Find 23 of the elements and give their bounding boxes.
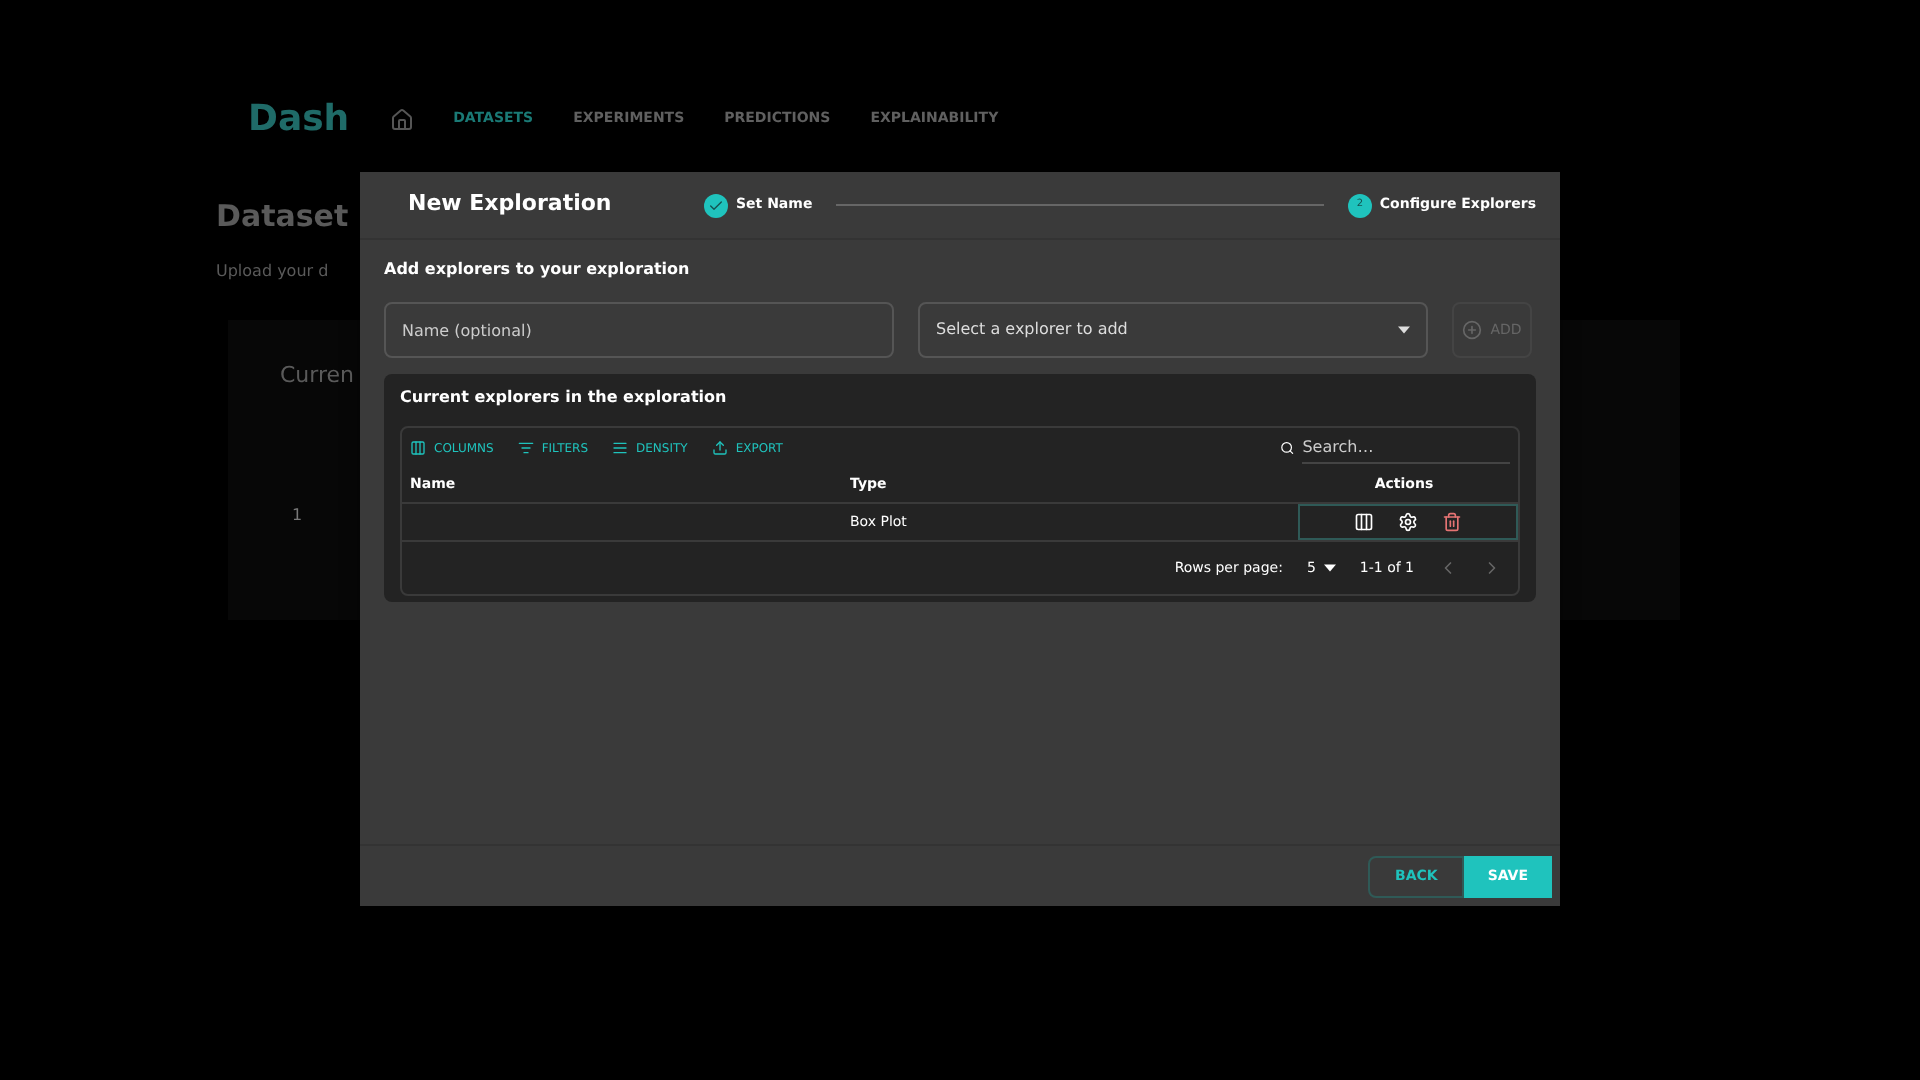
export-icon	[711, 440, 728, 456]
card-title: Current explorers in the exploration	[400, 386, 729, 410]
caret-icon	[1398, 326, 1410, 334]
page-title: Dataset	[216, 196, 349, 238]
name-field[interactable]: Name (optional)	[384, 302, 894, 358]
dialog-title: New Exploration	[408, 188, 614, 221]
density-icon	[612, 440, 628, 456]
row-value: 1	[292, 504, 303, 528]
section-heading: Add explorers to your exploration	[384, 258, 692, 282]
logo: Dash	[248, 96, 350, 144]
page-subtitle: Upload your d	[216, 259, 329, 283]
caret-icon	[1323, 564, 1336, 572]
search-field[interactable]: Search…	[1302, 432, 1510, 464]
home-icon[interactable]	[389, 107, 414, 131]
search-icon	[1280, 440, 1295, 456]
explorer-select[interactable]: Select a explorer to add	[918, 302, 1428, 358]
filters-icon	[517, 440, 534, 456]
columns-icon[interactable]	[1354, 512, 1374, 532]
background-card-title: Curren	[280, 359, 355, 391]
columns-icon	[410, 440, 426, 456]
settings-icon[interactable]	[1398, 512, 1418, 532]
delete-icon[interactable]	[1442, 512, 1462, 532]
plus-icon	[1462, 320, 1483, 340]
